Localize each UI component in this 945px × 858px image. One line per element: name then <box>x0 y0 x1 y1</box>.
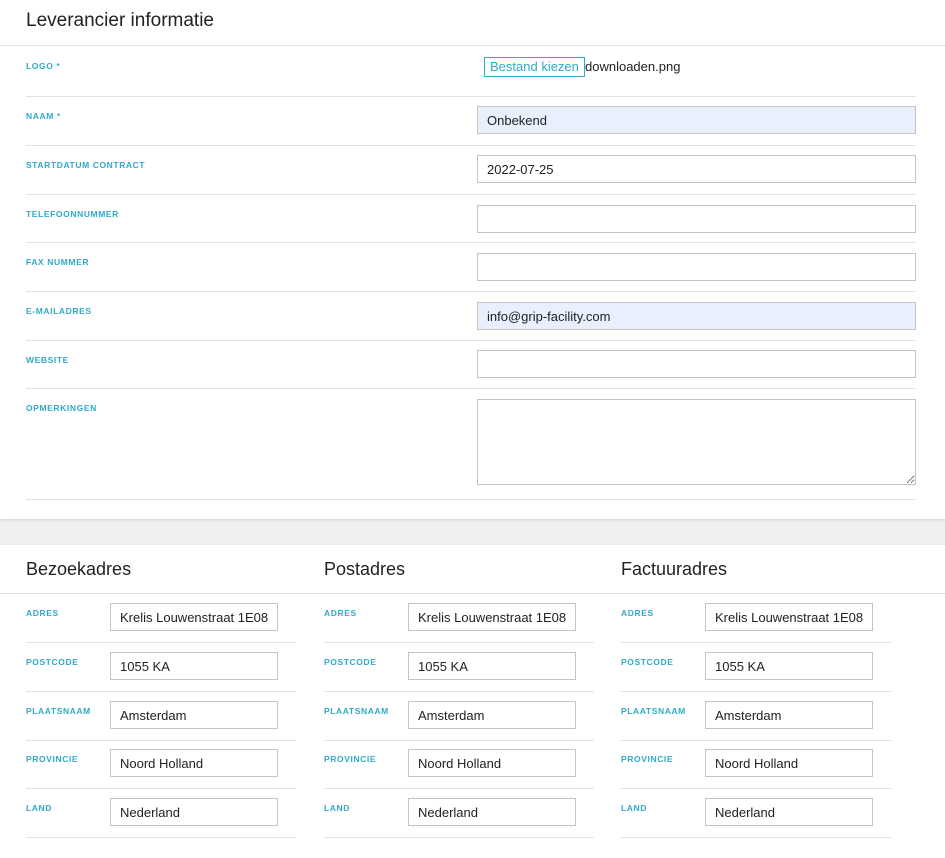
post-postcode-input[interactable] <box>408 652 576 680</box>
factuur-postcode-input[interactable] <box>705 652 873 680</box>
postadres-title: Postadres <box>324 559 406 579</box>
bezoek-provincie-row: PROVINCIE <box>26 740 296 789</box>
factuur-land-row: LAND <box>621 789 891 838</box>
supplier-info-title: Leverancier informatie <box>26 10 214 31</box>
website-row: WEBSITE <box>26 340 916 389</box>
bezoek-plaatsnaam-input[interactable] <box>110 701 278 729</box>
website-label: WEBSITE <box>26 355 69 365</box>
opmerkingen-textarea[interactable] <box>477 399 916 485</box>
post-provincie-label: PROVINCIE <box>324 754 377 764</box>
bezoek-plaatsnaam-label: PLAATSNAAM <box>26 706 91 716</box>
title-divider <box>0 45 945 46</box>
fax-row: FAX NUMMER <box>26 242 916 292</box>
factuur-postcode-row: POSTCODE <box>621 643 891 692</box>
bezoek-land-row: LAND <box>26 789 296 838</box>
telefoon-label: TELEFOONNUMMER <box>26 209 119 219</box>
logo-row: LOGO * Bestand kiezen downloaden.png <box>26 57 916 97</box>
post-land-label: LAND <box>324 803 351 813</box>
factuuradres-title: Factuuradres <box>621 559 728 579</box>
telefoon-input[interactable] <box>477 205 916 233</box>
factuur-adres-row: ADRES <box>621 594 891 643</box>
fax-label: FAX NUMMER <box>26 257 90 267</box>
bezoek-provincie-label: PROVINCIE <box>26 754 79 764</box>
naam-input[interactable] <box>477 106 916 134</box>
post-provincie-input[interactable] <box>408 749 576 777</box>
bezoek-adres-label: ADRES <box>26 608 59 618</box>
startdatum-input[interactable] <box>477 155 916 183</box>
bezoekadres-title: Bezoekadres <box>26 559 132 579</box>
email-row: E-MAILADRES <box>26 291 916 341</box>
opmerkingen-label: OPMERKINGEN <box>26 403 97 413</box>
post-plaatsnaam-label: PLAATSNAAM <box>324 706 389 716</box>
bezoek-postcode-row: POSTCODE <box>26 643 296 692</box>
opmerkingen-row: OPMERKINGEN <box>26 388 916 500</box>
email-label: E-MAILADRES <box>26 306 92 316</box>
telefoon-row: TELEFOONNUMMER <box>26 194 916 243</box>
bezoek-postcode-input[interactable] <box>110 652 278 680</box>
bezoek-provincie-input[interactable] <box>110 749 278 777</box>
email-input[interactable] <box>477 302 916 330</box>
bezoek-land-label: LAND <box>26 803 53 813</box>
factuur-adres-label: ADRES <box>621 608 654 618</box>
factuur-land-label: LAND <box>621 803 648 813</box>
post-adres-label: ADRES <box>324 608 357 618</box>
post-adres-input[interactable] <box>408 603 576 631</box>
factuur-provincie-input[interactable] <box>705 749 873 777</box>
factuur-land-input[interactable] <box>705 798 873 826</box>
bezoek-adres-input[interactable] <box>110 603 278 631</box>
post-land-row: LAND <box>324 789 594 838</box>
factuur-provincie-label: PROVINCIE <box>621 754 674 764</box>
post-adres-row: ADRES <box>324 594 594 643</box>
post-land-input[interactable] <box>408 798 576 826</box>
factuur-plaatsnaam-input[interactable] <box>705 701 873 729</box>
naam-row: NAAM * <box>26 96 916 146</box>
website-input[interactable] <box>477 350 916 378</box>
factuur-plaatsnaam-row: PLAATSNAAM <box>621 692 891 741</box>
bezoek-postcode-label: POSTCODE <box>26 657 79 667</box>
bezoek-adres-row: ADRES <box>26 594 296 643</box>
factuur-provincie-row: PROVINCIE <box>621 740 891 789</box>
naam-label: NAAM * <box>26 111 61 121</box>
post-plaatsnaam-input[interactable] <box>408 701 576 729</box>
post-plaatsnaam-row: PLAATSNAAM <box>324 692 594 741</box>
supplier-info-card: Leverancier informatie LOGO * Bestand ki… <box>0 0 945 519</box>
logo-label: LOGO * <box>26 61 61 71</box>
factuur-plaatsnaam-label: PLAATSNAAM <box>621 706 686 716</box>
file-name: downloaden.png <box>585 59 681 74</box>
choose-file-button[interactable]: Bestand kiezen <box>484 57 585 77</box>
factuur-postcode-label: POSTCODE <box>621 657 674 667</box>
fax-input[interactable] <box>477 253 916 281</box>
post-provincie-row: PROVINCIE <box>324 740 594 789</box>
post-postcode-row: POSTCODE <box>324 643 594 692</box>
factuur-adres-input[interactable] <box>705 603 873 631</box>
startdatum-row: STARTDATUM CONTRACT <box>26 145 916 195</box>
bezoek-land-input[interactable] <box>110 798 278 826</box>
addresses-card: Bezoekadres Postadres Factuuradres ADRES… <box>0 545 945 858</box>
post-postcode-label: POSTCODE <box>324 657 377 667</box>
bezoek-plaatsnaam-row: PLAATSNAAM <box>26 692 296 741</box>
startdatum-label: STARTDATUM CONTRACT <box>26 160 146 170</box>
